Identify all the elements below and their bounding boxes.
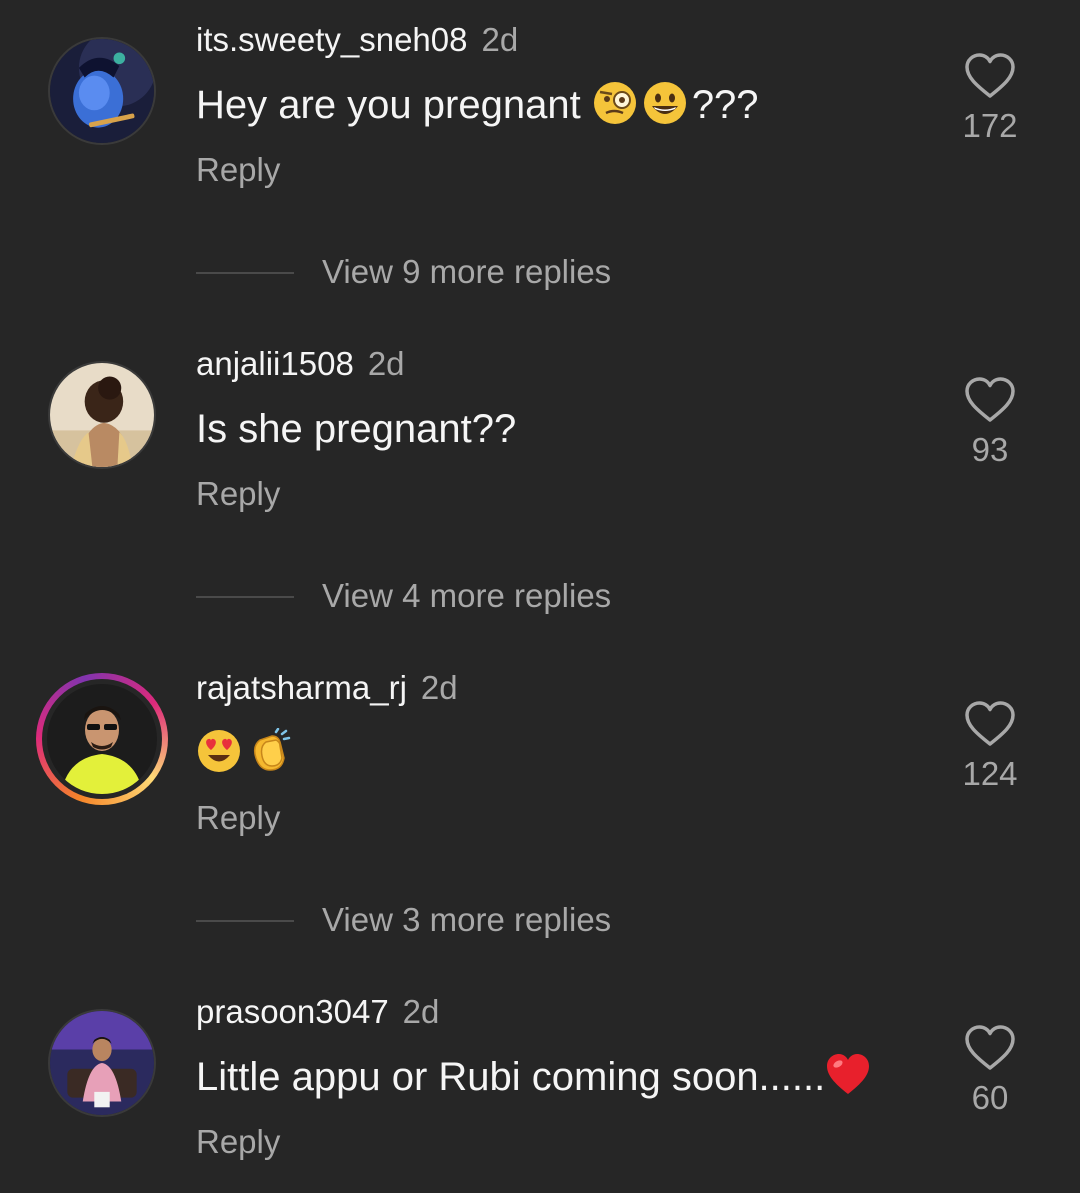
like-control: 93 xyxy=(950,376,1030,470)
reply-button[interactable]: Reply xyxy=(196,798,280,838)
avatar[interactable] xyxy=(48,361,156,469)
like-control: 172 xyxy=(950,52,1030,146)
avatar-image xyxy=(50,363,154,467)
comment-item: its.sweety_sneh08 2d Hey are you pregnant… xyxy=(0,0,1080,290)
timestamp: 2d xyxy=(420,669,458,706)
comment-text-row: Hey are you pregnant ??? xyxy=(196,80,759,130)
comment-item: rajatsharma_rj 2d Reply 124 View 3 more r… xyxy=(0,648,1080,938)
grinning-face-emoji xyxy=(642,80,688,126)
reply-button[interactable]: Reply xyxy=(196,474,280,514)
timestamp: 2d xyxy=(402,993,440,1030)
view-more-replies-label[interactable]: View 9 more replies xyxy=(322,252,611,292)
view-more-replies[interactable]: View 4 more replies xyxy=(196,576,896,616)
comment-text: Hey are you pregnant xyxy=(196,83,581,127)
avatar xyxy=(47,684,157,794)
heart-outline-icon[interactable] xyxy=(964,52,1016,100)
avatar-image xyxy=(47,684,157,794)
reply-button[interactable]: Reply xyxy=(196,150,280,190)
comment-header: rajatsharma_rj 2d xyxy=(196,668,458,708)
like-count: 172 xyxy=(962,107,1018,144)
clapping-hands-emoji xyxy=(246,728,292,774)
like-control: 124 xyxy=(950,700,1030,794)
divider-line xyxy=(196,272,294,274)
red-heart-emoji xyxy=(825,1052,871,1098)
heart-outline-icon[interactable] xyxy=(964,376,1016,424)
like-control: 60 xyxy=(950,1024,1030,1118)
comment-text-row xyxy=(196,728,296,778)
comment-text-row: Little appu or Rubi coming soon...... xyxy=(196,1052,875,1102)
view-more-replies[interactable]: View 9 more replies xyxy=(196,252,896,292)
avatar[interactable] xyxy=(48,1009,156,1117)
username[interactable]: prasoon3047 xyxy=(196,993,389,1030)
avatar-image xyxy=(50,39,154,143)
story-ring[interactable] xyxy=(36,673,168,805)
heart-eyes-emoji xyxy=(196,728,242,774)
reply-button[interactable]: Reply xyxy=(196,1122,280,1162)
divider-line xyxy=(196,920,294,922)
like-count: 60 xyxy=(971,1079,1009,1116)
like-count: 124 xyxy=(962,755,1018,792)
avatar-image xyxy=(50,1011,154,1115)
like-count: 93 xyxy=(971,431,1009,468)
comment-header: anjalii1508 2d xyxy=(196,344,405,384)
username[interactable]: rajatsharma_rj xyxy=(196,669,407,706)
comment-text-suffix: ??? xyxy=(691,83,759,127)
timestamp: 2d xyxy=(481,21,519,58)
view-more-replies-label[interactable]: View 4 more replies xyxy=(322,576,611,616)
divider-line xyxy=(196,596,294,598)
view-more-replies[interactable]: View 3 more replies xyxy=(196,900,896,940)
comment-header: its.sweety_sneh08 2d xyxy=(196,20,518,60)
heart-outline-icon[interactable] xyxy=(964,700,1016,748)
heart-outline-icon[interactable] xyxy=(964,1024,1016,1072)
comment-header: prasoon3047 2d xyxy=(196,992,439,1032)
comment-item: anjalii1508 2d Is she pregnant?? Reply 93… xyxy=(0,324,1080,614)
comment-text: Is she pregnant?? xyxy=(196,407,517,451)
view-more-replies-label[interactable]: View 3 more replies xyxy=(322,900,611,940)
comment-text: Little appu or Rubi coming soon...... xyxy=(196,1055,826,1099)
timestamp: 2d xyxy=(367,345,405,382)
comment-item: prasoon3047 2d Little appu or Rubi coming… xyxy=(0,972,1080,1172)
avatar[interactable] xyxy=(48,37,156,145)
username[interactable]: its.sweety_sneh08 xyxy=(196,21,468,58)
face-with-monocle-emoji xyxy=(592,80,638,126)
username[interactable]: anjalii1508 xyxy=(196,345,354,382)
